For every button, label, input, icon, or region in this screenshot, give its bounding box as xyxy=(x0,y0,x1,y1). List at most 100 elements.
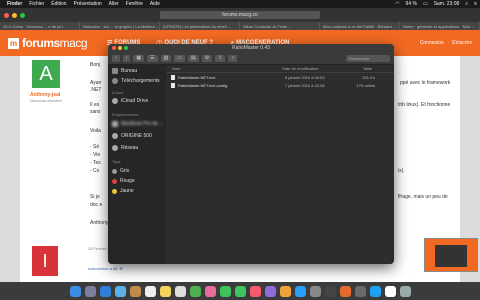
tag-button[interactable]: ○ xyxy=(228,55,238,62)
reminders-dock-icon[interactable] xyxy=(174,285,186,297)
sidebar-item-desktop[interactable]: Bureau xyxy=(112,68,137,74)
post-line: Ayan xyxy=(90,80,102,86)
menu-list-icon[interactable]: ≡ xyxy=(474,1,477,7)
sidebar-item-drive[interactable]: ORIGINE 500 xyxy=(112,133,152,139)
red-tag-icon xyxy=(112,178,117,184)
post-line: Voila xyxy=(90,128,101,134)
sidebar-item-downloads[interactable]: Téléchargements xyxy=(112,78,160,84)
sidebar-item-macbook[interactable]: MacBook Pro de ... xyxy=(112,121,164,127)
notes-dock-icon[interactable] xyxy=(159,285,171,297)
file-row[interactable]: RatioMaster.NET.exe.config 7 janvier 201… xyxy=(166,81,394,89)
browser-tab[interactable]: déco codeurs à ce fmt Faildé · Bleuard .… xyxy=(320,22,400,30)
photos-dock-icon[interactable] xyxy=(204,285,216,297)
facetime-dock-icon[interactable] xyxy=(234,285,246,297)
preview-window xyxy=(435,245,467,267)
forward-button[interactable]: › xyxy=(122,55,131,62)
battery-icon[interactable]: ▭ xyxy=(423,1,428,7)
menu-presentation[interactable]: Présentation xyxy=(74,1,102,7)
file-icon xyxy=(171,82,175,88)
file-size: 175 octets xyxy=(356,82,375,88)
window-preview-thumbnail[interactable] xyxy=(424,238,478,272)
register-link[interactable]: S'inscrire xyxy=(452,40,472,46)
browser-tabs: 13 X Cobra · Nouveau ... e de jeu. Netsc… xyxy=(0,22,480,30)
post-line: doc e xyxy=(90,202,103,208)
gallery-view-button[interactable]: ▭ xyxy=(174,55,186,62)
sidebar-item-icloud-drive[interactable]: iCloud Drive xyxy=(112,98,148,104)
login-link[interactable]: Connexion xyxy=(420,40,444,46)
sidebar-tag-yellow[interactable]: Jaune xyxy=(112,188,134,194)
messages-dock-icon[interactable] xyxy=(219,285,231,297)
avatar[interactable]: A xyxy=(32,60,60,88)
menu-aide[interactable]: Aide xyxy=(150,1,160,7)
search-icon[interactable]: ⌕ xyxy=(465,1,468,7)
share-button[interactable]: ⇪ xyxy=(215,55,226,62)
post-line: Il es xyxy=(90,102,100,108)
finder-search-input[interactable]: Rechercher xyxy=(346,55,390,62)
menu-finder[interactable]: Finder xyxy=(7,1,22,7)
avatar[interactable]: I xyxy=(32,246,58,276)
trash-dock-icon[interactable] xyxy=(399,285,411,297)
finder-dock-icon[interactable] xyxy=(69,285,81,297)
finder-titlebar[interactable]: RatioMaster 0.43 xyxy=(108,44,394,53)
post-line: Bonj xyxy=(90,62,101,68)
close-window-button[interactable] xyxy=(4,12,9,18)
app-dock-icon[interactable] xyxy=(354,285,366,297)
menu-fichier[interactable]: Fichier xyxy=(29,1,44,7)
menu-aller[interactable]: Aller xyxy=(109,1,119,7)
calendar-dock-icon[interactable] xyxy=(144,285,156,297)
browser-tab[interactable]: 13 X Cobra · Nouveau ... e de jeu. xyxy=(0,22,80,30)
browser-tab[interactable]: Nikon Coolscan Je Fiche ... xyxy=(240,22,320,30)
contacts-dock-icon[interactable] xyxy=(129,285,141,297)
quote-link[interactable]: macomnies a dit: ⊕ xyxy=(88,266,123,271)
browser-tab[interactable]: [UPDATE] Les jailbreakers du réveil ... xyxy=(160,22,240,30)
app-dock-icon[interactable] xyxy=(339,285,351,297)
post-line: - Vie xyxy=(90,152,101,158)
podcasts-dock-icon[interactable] xyxy=(264,285,276,297)
browser-tab[interactable]: Netex · générale et applications · Moe .… xyxy=(400,22,480,30)
post-line: - Tes xyxy=(90,160,101,166)
books-dock-icon[interactable] xyxy=(279,285,291,297)
address-bar[interactable]: forums.macg.co xyxy=(160,11,320,19)
desktop-icon xyxy=(112,68,118,74)
group-button[interactable]: ▤ xyxy=(188,55,199,62)
app-dock-icon[interactable] xyxy=(369,285,381,297)
list-view-button[interactable]: ☰ xyxy=(147,55,158,62)
system-preferences-dock-icon[interactable] xyxy=(309,285,321,297)
macg-logo-icon: m xyxy=(8,37,19,49)
downloads-stack-dock-icon[interactable] xyxy=(384,285,396,297)
file-row[interactable]: RatioMaster.NET.exe 6 janvier 2016 à 00:… xyxy=(166,73,394,81)
back-button[interactable]: ‹ xyxy=(112,55,120,62)
post-line-fragment: ffrage, mais un peu de xyxy=(398,194,448,200)
action-gear-button[interactable]: ⚙ xyxy=(201,55,213,62)
sidebar-item-network[interactable]: Réseau xyxy=(112,145,138,151)
menu-edition[interactable]: Édition xyxy=(51,1,66,7)
post-line: Anthony. xyxy=(90,220,110,226)
terminal-dock-icon[interactable] xyxy=(324,285,336,297)
browser-tab[interactable]: Netscolor · sur ... et graphic | La Meil… xyxy=(80,22,160,30)
clock[interactable]: Sam. 23:08 xyxy=(434,1,460,7)
mail-dock-icon[interactable] xyxy=(114,285,126,297)
sidebar-tag-gray[interactable]: Gris xyxy=(112,168,129,174)
sidebar-tag-red[interactable]: Rouge xyxy=(112,178,135,184)
menu-fenetre[interactable]: Fenêtre xyxy=(126,1,143,7)
zoom-window-button[interactable] xyxy=(20,12,25,18)
column-date[interactable]: Date de modification xyxy=(278,66,346,71)
column-name[interactable]: Nom xyxy=(166,66,278,71)
icon-view-button[interactable]: ▦ xyxy=(133,55,145,62)
finder-window: RatioMaster 0.43 ‹ › ▦ ☰ ▥ ▭ ▤ ⚙ ⇪ ○ Rec… xyxy=(108,44,394,264)
safari-dock-icon[interactable] xyxy=(99,285,111,297)
column-size[interactable]: Taille xyxy=(346,66,372,71)
maps-dock-icon[interactable] xyxy=(189,285,201,297)
forum-logo[interactable]: m forumsmacg xyxy=(8,36,88,50)
finder-title: RatioMaster 0.43 xyxy=(231,45,271,51)
minimize-window-button[interactable] xyxy=(12,12,17,18)
post-line-fragment: trib linux). Et fonctionne xyxy=(398,102,451,108)
mac-menu-bar: Finder Fichier Édition Présentation Alle… xyxy=(0,0,480,8)
disk-icon xyxy=(112,133,118,139)
wifi-icon[interactable]: ◠ xyxy=(395,1,399,7)
battery-status[interactable]: 94 % xyxy=(406,1,417,7)
app-store-dock-icon[interactable] xyxy=(294,285,306,297)
launchpad-dock-icon[interactable] xyxy=(84,285,96,297)
column-view-button[interactable]: ▥ xyxy=(160,55,172,62)
music-dock-icon[interactable] xyxy=(249,285,261,297)
